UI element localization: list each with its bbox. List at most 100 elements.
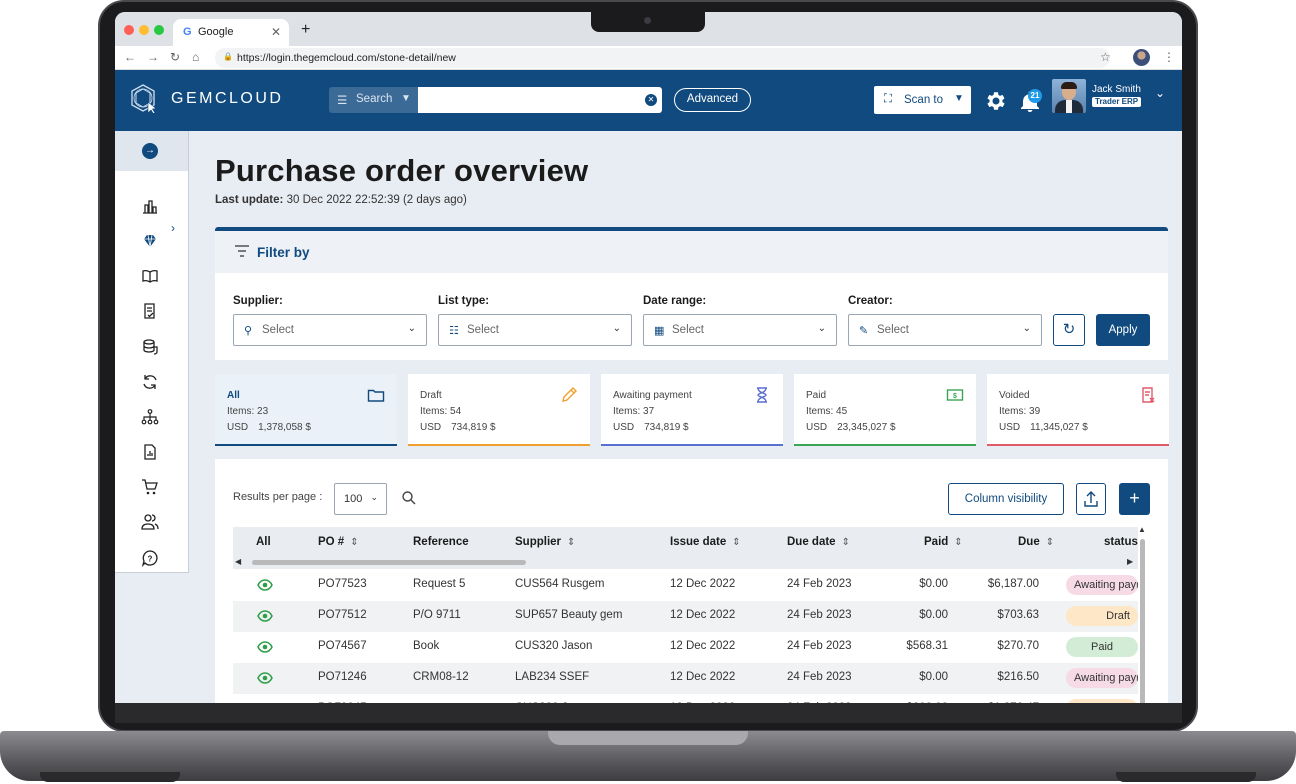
users-icon[interactable]	[141, 513, 159, 531]
scroll-up-icon[interactable]: ▲	[1138, 525, 1146, 534]
sort-icon[interactable]: ⇕	[1046, 537, 1054, 548]
column-visibility-button[interactable]: Column visibility	[948, 483, 1064, 515]
back-icon[interactable]: ←	[124, 50, 136, 64]
col-paid[interactable]: Paid ⇕	[924, 536, 963, 548]
view-eye-icon[interactable]	[257, 671, 273, 685]
col-issue-date[interactable]: Issue date ⇕	[670, 536, 741, 548]
home-icon[interactable]: ⌂	[192, 50, 199, 64]
table-search-icon[interactable]	[401, 490, 417, 506]
user-avatar[interactable]	[1052, 79, 1086, 113]
sidebar-expand-chevron-icon[interactable]: ›	[171, 221, 175, 235]
bookmark-star-icon[interactable]: ☆	[1100, 50, 1111, 64]
avatar-hair	[1061, 82, 1077, 89]
advanced-search-button[interactable]: Advanced	[674, 88, 751, 112]
new-tab-icon[interactable]: +	[301, 21, 310, 39]
close-window-icon[interactable]	[124, 25, 134, 35]
camera	[644, 17, 651, 24]
cell-po: PO71246	[318, 671, 367, 683]
browser-tab[interactable]: G Google ✕	[173, 19, 289, 46]
add-purchase-order-button[interactable]: +	[1119, 483, 1150, 515]
list-type-select[interactable]: ☷ Select ⌄	[438, 314, 632, 346]
search-scope-dropdown[interactable]: ☰ Search ▼	[329, 87, 418, 113]
cart-icon[interactable]	[141, 478, 159, 496]
list-type-select-value: Select	[467, 324, 499, 336]
sort-icon[interactable]: ⇕	[732, 537, 740, 548]
gear-icon[interactable]	[983, 89, 1007, 113]
table-row[interactable]: PO79045 - CUS320 Jason 12 Dec 2022 24 Feb 20…	[233, 694, 1138, 703]
book-icon[interactable]	[141, 267, 159, 285]
gemcloud-logo-icon[interactable]	[128, 83, 158, 113]
cell-paid: $200.00	[906, 702, 948, 703]
scan-to-label: Scan to	[904, 94, 943, 106]
reset-filters-button[interactable]: ↻	[1053, 314, 1085, 346]
svg-text:$: $	[953, 393, 957, 400]
results-per-page-select[interactable]: 100 ⌄	[334, 483, 387, 515]
table-row[interactable]: PO77523 Request 5 CUS564 Rusgem 12 Dec 2022…	[233, 570, 1138, 601]
cell-paid: $568.31	[906, 640, 948, 652]
horizontal-scrollbar[interactable]	[252, 560, 526, 565]
search-input[interactable]	[418, 87, 662, 113]
cell-po: PO77512	[318, 609, 367, 621]
creator-select[interactable]: ✎ Select ⌄	[848, 314, 1042, 346]
document-check-icon[interactable]	[141, 302, 159, 320]
view-eye-icon[interactable]	[257, 640, 273, 654]
minimize-window-icon[interactable]	[139, 25, 149, 35]
diamond-icon[interactable]	[141, 232, 159, 250]
col-reference[interactable]: Reference	[413, 536, 469, 548]
col-all[interactable]: All	[256, 536, 271, 548]
browser-profile-avatar[interactable]	[1133, 49, 1150, 66]
hierarchy-icon[interactable]	[141, 408, 159, 426]
currency: USD	[613, 422, 635, 433]
view-eye-icon[interactable]	[257, 578, 273, 592]
date-range-select[interactable]: ▦ Select ⌄	[643, 314, 837, 346]
scroll-left-icon[interactable]: ◀	[235, 557, 241, 566]
stat-items: Items: 37	[613, 406, 654, 417]
clear-search-icon[interactable]: ✕	[645, 94, 657, 106]
vertical-scrollbar[interactable]	[1140, 539, 1145, 703]
sort-icon[interactable]: ⇕	[954, 537, 962, 548]
table-row[interactable]: PO77512 P/O 9711 SUP657 Beauty gem 12 Dec 2…	[233, 601, 1138, 632]
filter-header[interactable]: Filter by	[215, 231, 1168, 273]
stat-card-awaiting-payment[interactable]: Awaiting payment Items: 37 USD 734,819 $	[601, 374, 783, 446]
expand-sidebar-icon[interactable]: →	[142, 143, 158, 159]
col-supplier[interactable]: Supplier ⇕	[515, 536, 575, 548]
coins-stack-icon[interactable]	[141, 338, 159, 356]
col-due[interactable]: Due ⇕	[1018, 536, 1054, 548]
view-eye-icon[interactable]	[257, 609, 273, 623]
forward-icon[interactable]: →	[147, 50, 159, 64]
address-bar[interactable]: 🔒 https://login.thegemcloud.com/stone-de…	[215, 48, 1110, 68]
col-status[interactable]: status	[1104, 536, 1138, 548]
refresh-icon: ↻	[1062, 321, 1076, 338]
sort-icon[interactable]: ⇕	[842, 537, 850, 548]
browser-menu-icon[interactable]: ⋮	[1163, 50, 1175, 64]
chevron-down-icon: ⌄	[370, 492, 378, 502]
view-eye-icon[interactable]	[257, 702, 273, 703]
user-edit-icon: ✎	[859, 325, 869, 337]
supplier-select[interactable]: ⚲ Select ⌄	[233, 314, 427, 346]
sync-icon[interactable]	[141, 373, 159, 391]
dashboard-chart-icon[interactable]	[141, 197, 159, 215]
user-menu-chevron-icon[interactable]: ⌄	[1155, 86, 1165, 100]
report-icon[interactable]	[141, 443, 159, 461]
stat-card-voided[interactable]: Voided Items: 39 USD 11,345,027 $	[987, 374, 1169, 446]
col-po[interactable]: PO # ⇕	[318, 536, 359, 548]
export-button[interactable]	[1076, 483, 1106, 515]
sort-icon[interactable]: ⇕	[350, 537, 358, 548]
apply-button[interactable]: Apply	[1096, 314, 1150, 346]
table-row[interactable]: PO71246 CRM08-12 LAB234 SSEF 12 Dec 2022 24 …	[233, 663, 1138, 694]
user-name[interactable]: Jack Smith	[1092, 84, 1141, 95]
help-chat-icon[interactable]: ?	[141, 549, 159, 567]
scroll-right-icon[interactable]: ▶	[1127, 557, 1133, 566]
stat-card-draft[interactable]: Draft Items: 54 USD 734,819 $	[408, 374, 590, 446]
stat-card-all[interactable]: All Items: 23 USD 1,378,058 $	[215, 374, 397, 446]
table-row[interactable]: PO74567 Book CUS320 Jason 12 Dec 2022 24 Feb…	[233, 632, 1138, 663]
reload-icon[interactable]: ↻	[170, 50, 180, 64]
col-due-date[interactable]: Due date ⇕	[787, 536, 850, 548]
col-due-label: Due	[1018, 536, 1040, 548]
tab-close-icon[interactable]: ✕	[271, 25, 281, 39]
voided-doc-icon	[1142, 387, 1155, 403]
sort-icon[interactable]: ⇕	[567, 537, 575, 548]
stat-card-paid[interactable]: Paid Items: 45 USD 23,345,027 $ $	[794, 374, 976, 446]
maximize-window-icon[interactable]	[154, 25, 164, 35]
scan-to-button[interactable]: ⛶ Scan to ▼	[874, 86, 971, 114]
